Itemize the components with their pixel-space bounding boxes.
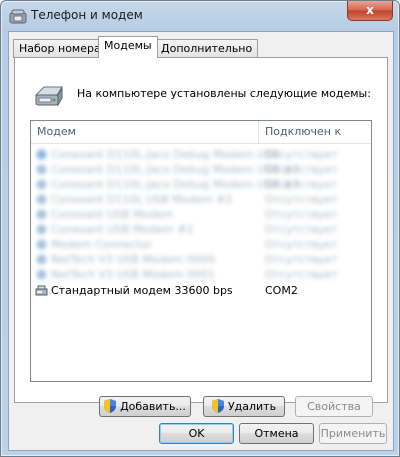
modem-icon xyxy=(36,164,47,175)
list-header: Модем Подключен к xyxy=(31,121,371,144)
modem-name: Conexant USB Modem xyxy=(51,208,174,221)
modem-port: Отсутствует xyxy=(265,253,338,266)
modem-icon xyxy=(35,285,48,296)
column-header-port[interactable]: Подключен к xyxy=(259,121,371,143)
tab-advanced[interactable]: Дополнительно xyxy=(155,39,259,58)
modem-name: NetTech V3 USB Modem 0001 xyxy=(51,268,215,281)
modems-intro-text: На компьютере установлены следующие моде… xyxy=(77,87,371,100)
modem-name: Стандартный модем 33600 bps xyxy=(51,284,233,297)
uac-shield-icon xyxy=(104,399,117,413)
close-icon: x xyxy=(366,3,374,17)
list-item[interactable]: Conexant D110L-Jaco Debug Modem USB #3 О… xyxy=(31,177,371,192)
modem-name: Conexant D110L USB Modem #2 xyxy=(51,193,233,206)
modem-icon xyxy=(34,86,63,107)
window-title: Телефон и модем xyxy=(31,8,143,22)
add-modem-button[interactable]: Добавить... xyxy=(99,396,191,417)
list-item[interactable]: Conexant USB Modem Отсутствует xyxy=(31,207,371,222)
ok-button[interactable]: OK xyxy=(159,423,234,444)
uac-shield-icon xyxy=(211,399,224,413)
modem-port: Отсутствует xyxy=(265,223,338,236)
modem-icon xyxy=(36,179,47,190)
remove-modem-button[interactable]: Удалить xyxy=(203,396,285,417)
modem-name: Conexant USB Modem #2 xyxy=(51,223,194,236)
modem-port: Отсутствует xyxy=(265,178,338,191)
modem-icon xyxy=(36,149,47,160)
list-item[interactable]: Conexant D110L USB Modem #2 Отсутствует xyxy=(31,192,371,207)
modems-tab-panel: На компьютере установлены следующие моде… xyxy=(14,57,388,417)
list-item[interactable]: NetTech V3 USB Modem 0001 Отсутствует xyxy=(31,267,371,282)
list-item[interactable]: Conexant USB Modem #2 Отсутствует xyxy=(31,222,371,237)
phone-icon xyxy=(9,9,27,24)
title-bar: Телефон и модем x xyxy=(1,1,399,31)
modem-list[interactable]: Модем Подключен к Conexant D110L-Jaco De… xyxy=(30,120,372,382)
modem-port: COM2 xyxy=(265,284,298,297)
modem-name: Modem Connector xyxy=(51,238,152,251)
modem-port: Отсутствует xyxy=(265,148,338,161)
modem-name: NetTech V3 USB Modem 0000 xyxy=(51,253,215,266)
remove-modem-label: Удалить xyxy=(227,400,277,413)
list-item-standard-modem[interactable]: Стандартный модем 33600 bps COM2 xyxy=(31,283,371,298)
tab-dialing[interactable]: Набор номера xyxy=(13,39,107,58)
apply-button[interactable]: Применить xyxy=(319,423,387,444)
modem-icon xyxy=(36,194,47,205)
add-modem-label: Добавить... xyxy=(120,400,186,413)
modem-icon xyxy=(36,209,47,220)
modem-port: Отсутствует xyxy=(265,238,338,251)
modem-icon xyxy=(36,254,47,265)
modem-port: Отсутствует xyxy=(265,163,338,176)
list-item[interactable]: NetTech V3 USB Modem 0000 Отсутствует xyxy=(31,252,371,267)
modem-name: Conexant D110L-Jaco Debug Modem USB xyxy=(51,148,280,161)
modem-port: Отсутствует xyxy=(265,268,338,281)
modem-port: Отсутствует xyxy=(265,208,338,221)
modem-port: Отсутствует xyxy=(265,193,338,206)
dialog-client-area: Набор номера Модемы Дополнительно На ком… xyxy=(8,31,394,451)
modem-icon xyxy=(36,224,47,235)
modem-icon xyxy=(36,269,47,280)
cancel-button[interactable]: Отмена xyxy=(239,423,314,444)
list-item[interactable]: Modem Connector Отсутствует xyxy=(31,237,371,252)
modem-name: Conexant D110L-Jaco Debug Modem USB #2 xyxy=(51,163,300,176)
list-item[interactable]: Conexant D110L-Jaco Debug Modem USB #2 О… xyxy=(31,162,371,177)
column-header-modem[interactable]: Модем xyxy=(31,121,259,143)
dialog-window: Телефон и модем x Набор номера Модемы До… xyxy=(0,0,400,457)
modem-name: Conexant D110L-Jaco Debug Modem USB #3 xyxy=(51,178,300,191)
tab-modems[interactable]: Модемы xyxy=(98,36,158,58)
modem-properties-button[interactable]: Свойства xyxy=(295,396,373,417)
close-button[interactable]: x xyxy=(347,1,393,21)
modem-icon xyxy=(36,239,47,250)
list-item[interactable]: Conexant D110L-Jaco Debug Modem USB Отсу… xyxy=(31,147,371,162)
